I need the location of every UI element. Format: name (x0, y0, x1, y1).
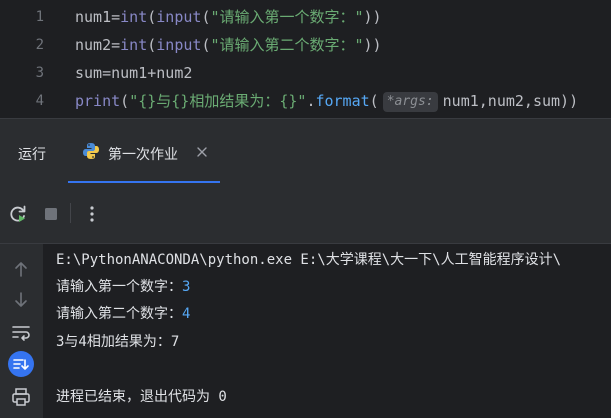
line-number: 2 (35, 37, 44, 53)
scroll-to-end-button[interactable] (8, 351, 34, 377)
code-token-builtin: print (75, 92, 121, 110)
console-exit-message: 进程已结束，退出代码为 0 (56, 389, 227, 405)
run-panel-title: 运行 (18, 147, 46, 163)
run-tab-config[interactable]: 第一次作业 (68, 119, 220, 183)
run-tab-label: 第一次作业 (108, 147, 178, 163)
parameter-hint: *args: (382, 92, 438, 112)
console-result-line: 3与4相加结果为：7 (56, 334, 180, 350)
soft-wrap-icon[interactable] (10, 321, 32, 343)
console-side-toolbar (0, 244, 43, 418)
code-token: ( (369, 92, 379, 110)
code-token: )) (363, 8, 382, 26)
code-line-4[interactable]: print("{}与{}相加结果为：{}".format(*args: num1,… (75, 87, 578, 115)
toolbar-separator (70, 203, 71, 223)
code-token: ( (120, 92, 130, 110)
code-token-builtin: int (120, 8, 148, 26)
console-output[interactable]: E:\PythonANACONDA\python.exe E:\大学课程\大一下… (43, 244, 611, 418)
editor-line-4[interactable]: 4 (0, 87, 70, 115)
code-token: ( (147, 36, 157, 54)
console-prompt: 请输入第二个数字： (56, 306, 182, 322)
editor-line-1[interactable]: 1 (0, 3, 70, 31)
code-token: ( (147, 8, 157, 26)
editor-line-3[interactable]: 3 (0, 59, 70, 87)
code-token: num1,num2,sum)) (442, 92, 579, 110)
editor-line-2[interactable]: 2 (0, 31, 70, 59)
code-token-string: "请输入第二个数字：" (210, 36, 364, 54)
console-user-input: 4 (182, 306, 191, 322)
console-line: 请输入第一个数字：3 (56, 277, 190, 297)
python-icon (83, 143, 99, 159)
more-options-icon[interactable] (80, 202, 104, 226)
run-tool-window-header: 运行 第一次作业 (0, 119, 611, 183)
code-line-2[interactable]: num2=int(input("请输入第二个数字：")) (75, 31, 382, 59)
stop-icon[interactable] (39, 202, 63, 226)
code-line-3[interactable]: sum=num1+num2 (75, 59, 192, 87)
code-token-builtin: int (120, 36, 148, 54)
code-token: )) (363, 36, 382, 54)
close-icon[interactable] (196, 146, 208, 158)
code-line-1[interactable]: num1=int(input("请输入第一个数字：")) (75, 3, 382, 31)
code-token: sum=num1+num2 (75, 64, 193, 82)
code-token-builtin: input (156, 36, 202, 54)
code-token-string: "{}与{}相加结果为：{}" (129, 92, 307, 110)
code-token-function: format (315, 92, 370, 110)
scroll-up-icon[interactable] (10, 258, 32, 280)
scroll-to-end-icon (13, 359, 29, 370)
code-token-builtin: input (156, 8, 202, 26)
console-prompt: 请输入第一个数字： (56, 279, 182, 295)
line-number: 4 (35, 93, 44, 109)
line-number: 3 (35, 65, 44, 81)
line-number: 1 (35, 9, 44, 25)
code-token: num1= (75, 8, 121, 26)
code-token: num2= (75, 36, 121, 54)
console-user-input: 3 (182, 279, 191, 295)
console-command-line: E:\PythonANACONDA\python.exe E:\大学课程\大一下… (56, 252, 562, 268)
run-toolbar (0, 183, 611, 243)
code-token-string: "请输入第一个数字：" (210, 8, 364, 26)
print-icon[interactable] (10, 386, 32, 408)
rerun-icon[interactable] (6, 202, 30, 226)
console-line: 请输入第二个数字：4 (56, 304, 190, 324)
scroll-down-icon[interactable] (10, 289, 32, 311)
code-editor[interactable]: 1 num1=int(input("请输入第一个数字：")) 2 num2=in… (0, 0, 611, 118)
